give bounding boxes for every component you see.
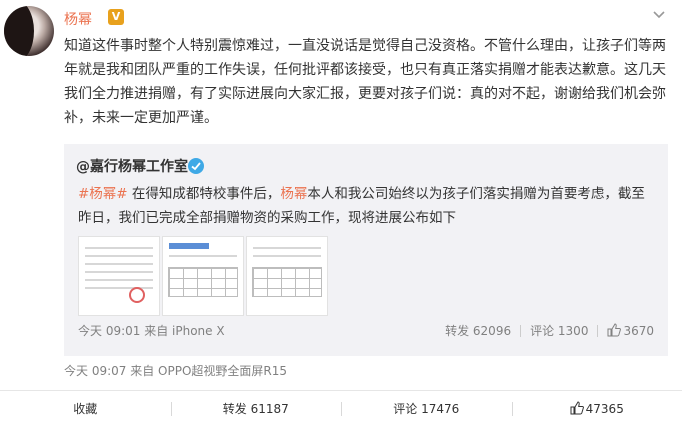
mention-link[interactable]: 杨幂 [280, 186, 307, 202]
avatar[interactable] [4, 6, 54, 56]
action-bar: 收藏 转发 61187 评论 17476 47365 [0, 390, 682, 426]
chevron-down-icon[interactable] [652, 8, 666, 22]
repost-stats: 转发 62096 评论 1300 3670 [445, 322, 654, 339]
repost-repost-count[interactable]: 转发 62096 [445, 322, 511, 339]
favorite-button[interactable]: 收藏 [0, 399, 171, 419]
post-username[interactable]: 杨幂 [64, 9, 92, 29]
verified-blue-icon [188, 158, 204, 174]
post-time-source: 今天 09:07 来自 OPPO超视野全面屏R15 [64, 364, 287, 378]
post-text: 知道这件事时整个人特别震惊难过，一直没说话是觉得自己没资格。不管什么理由，让孩子… [64, 38, 666, 126]
repost-like-count: 3670 [623, 324, 654, 338]
thumb-up-icon [607, 323, 622, 337]
image-thumbnail[interactable] [246, 236, 328, 316]
verified-v-icon: V [108, 9, 124, 25]
thumb-up-icon [570, 400, 584, 415]
repost-card[interactable]: @嘉行杨幂工作室 #杨幂# 在得知成都特校事件后，杨幂本人和我公司始终以为孩子们… [64, 144, 668, 356]
repost-text: #杨幂# 在得知成都特校事件后，杨幂本人和我公司始终以为孩子们落实捐赠为首要考虑… [78, 186, 645, 226]
image-thumbnail[interactable] [78, 236, 160, 316]
repost-comment-count[interactable]: 评论 1300 [530, 322, 588, 339]
repost-like-button[interactable]: 3670 [607, 323, 654, 338]
repost-button[interactable]: 转发 61187 [170, 399, 342, 419]
topic-tag[interactable]: #杨幂# [78, 186, 128, 202]
image-thumbnails [78, 236, 328, 316]
repost-author[interactable]: @嘉行杨幂工作室 [76, 156, 188, 176]
image-thumbnail[interactable] [162, 236, 244, 316]
repost-time-source: 今天 09:01 来自 iPhone X [78, 324, 225, 338]
like-button[interactable]: 47365 [511, 399, 682, 419]
comment-button[interactable]: 评论 17476 [341, 399, 512, 419]
